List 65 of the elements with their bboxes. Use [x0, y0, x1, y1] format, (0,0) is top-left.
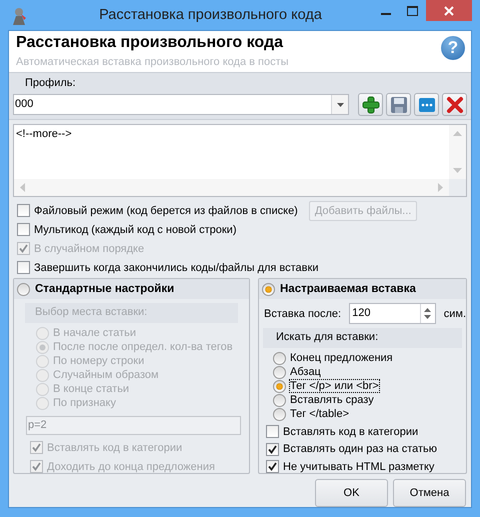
scrollbar-corner: [449, 179, 466, 196]
horizontal-scrollbar[interactable]: [14, 179, 449, 196]
section-label: Выбор места вставки:: [25, 303, 238, 323]
dialog-subtitle: Автоматическая вставка произвольного кода в посты: [16, 55, 289, 70]
save-button[interactable]: [386, 93, 411, 116]
checkbox-label: Доходить до конца предложения: [47, 460, 215, 472]
insert-after-label: Вставка после:: [264, 308, 342, 320]
radio-button[interactable]: [273, 366, 286, 378]
radio-label: После после определ. кол-ва тегов: [53, 341, 233, 353]
close-icon: [444, 6, 454, 16]
profile-dropdown[interactable]: 000: [13, 94, 349, 115]
spinner-arrows-icon[interactable]: [424, 308, 432, 319]
checkbox-label: Вставлять код в категории: [47, 442, 182, 454]
radio-label: Тег </table>: [290, 408, 350, 420]
radio-button[interactable]: [273, 380, 286, 392]
checkbox[interactable]: [17, 204, 30, 217]
close-button[interactable]: [426, 0, 472, 21]
radio-label: В конце статьи: [53, 383, 130, 395]
radio-label: Конец предложения: [290, 352, 393, 364]
minimize-icon: [380, 12, 390, 14]
ok-button[interactable]: OK: [315, 479, 388, 507]
checkbox-label: Мультикод (каждый код с новой строки): [34, 224, 236, 236]
group-title: Стандартные настройки: [35, 283, 174, 295]
vertical-scrollbar[interactable]: [449, 125, 466, 179]
checkbox[interactable]: [266, 425, 279, 438]
more-button[interactable]: [414, 93, 439, 116]
checkbox[interactable]: [17, 261, 30, 274]
radio-label: В начале статьи: [53, 327, 136, 339]
window-title: Расстановка произвольного кода: [98, 7, 323, 23]
unit-label: сим.: [444, 308, 466, 320]
add-button[interactable]: [358, 93, 383, 116]
checkbox-label: Завершить когда закончились коды/файлы для вставки: [34, 262, 318, 274]
group-title: Настраиваемая вставка: [280, 283, 416, 295]
radio-label: По номеру строки: [53, 355, 144, 367]
checkbox[interactable]: [17, 223, 30, 236]
delete-button[interactable]: [442, 93, 467, 116]
radio-label: По признаку: [53, 397, 116, 409]
radio-button[interactable]: [273, 352, 286, 364]
radio-label: Абзац: [290, 366, 321, 378]
checkbox[interactable]: [266, 442, 279, 456]
dialog-title: Расстановка произвольного кода: [16, 33, 284, 53]
checkbox-label: Вставлять один раз на статью: [283, 443, 437, 456]
checkbox-label: Файловый режим (код берется из файлов в списке): [34, 204, 298, 216]
checkbox-label: Вставлять код в категории: [283, 426, 418, 438]
checkbox-label: Не учитывать HTML разметку: [283, 460, 434, 473]
radio-label: Вставлять сразу: [290, 394, 374, 406]
cancel-button[interactable]: Отмена: [393, 479, 466, 507]
dropdown-arrow-icon: [336, 102, 344, 106]
profile-label: Профиль:: [24, 76, 77, 91]
checkbox-label: В случайном порядке: [34, 242, 144, 254]
radio-button[interactable]: [273, 408, 286, 420]
radio-label: Случайным образом: [53, 369, 159, 381]
number-spinner[interactable]: 120: [349, 303, 436, 324]
code-editor[interactable]: <!--more-->: [13, 124, 467, 197]
radio-label: Тег </p> или <br>: [290, 380, 379, 392]
code-text: <!--more-->: [15, 127, 73, 142]
scroll-up-arrow-icon[interactable]: [453, 131, 462, 136]
scroll-left-arrow-icon[interactable]: [20, 183, 25, 192]
radio-button[interactable]: [262, 282, 275, 296]
checkbox[interactable]: [266, 460, 279, 474]
radio-button[interactable]: [273, 394, 286, 406]
maximize-icon: [407, 6, 418, 16]
scroll-right-arrow-icon[interactable]: [438, 183, 443, 192]
scroll-down-arrow-icon[interactable]: [453, 168, 462, 173]
section-label: Искать для вставки:: [263, 328, 462, 348]
